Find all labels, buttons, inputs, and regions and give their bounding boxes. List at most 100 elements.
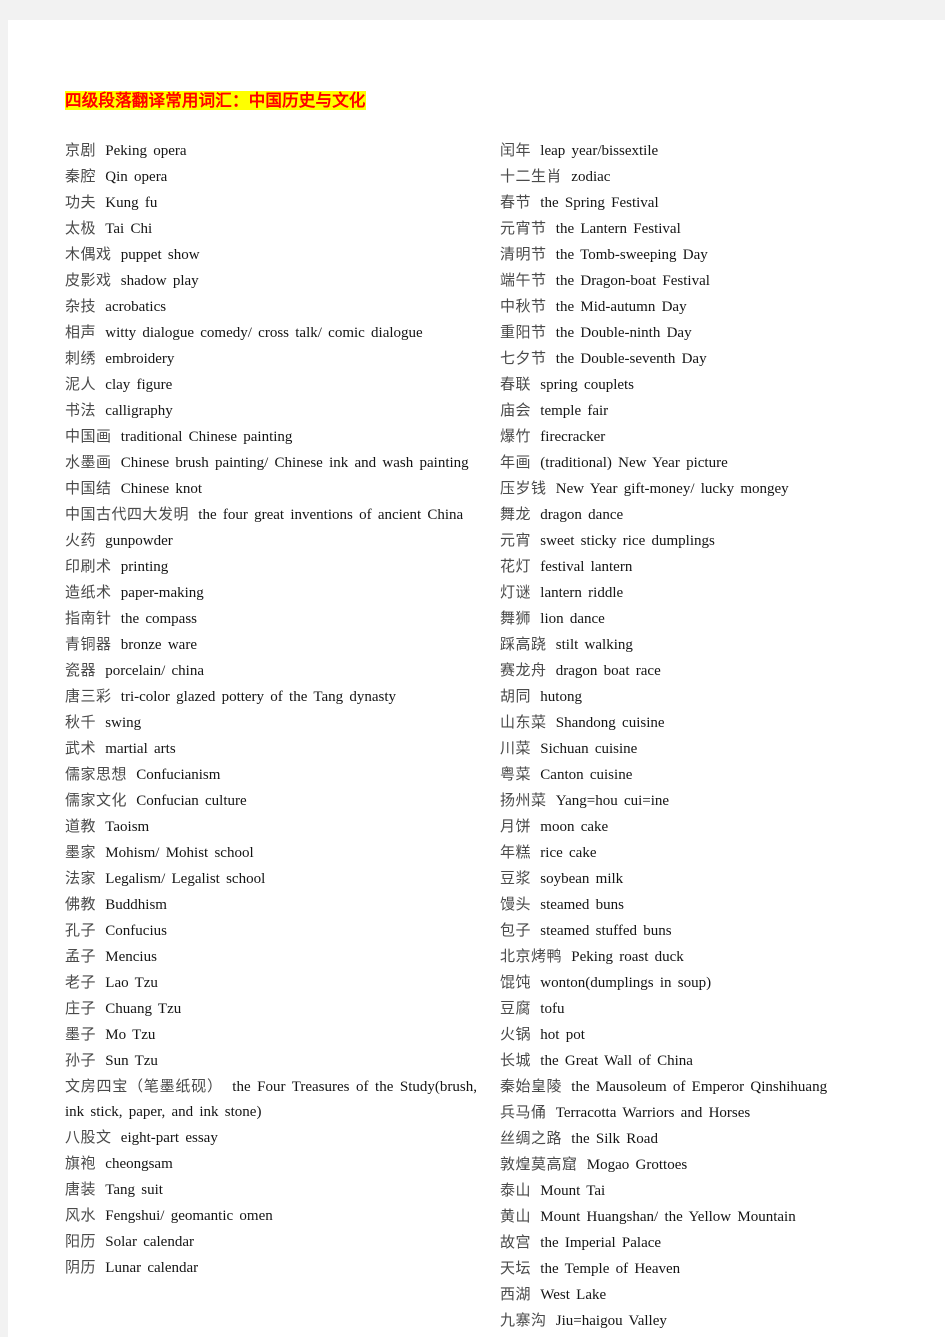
entry-term-chinese: 孔子 [65, 921, 97, 939]
vocabulary-entry: 西湖 West Lake [500, 1282, 920, 1308]
vocabulary-entry: 踩高跷 stilt walking [500, 632, 920, 658]
vocabulary-entry: 墨家 Mohism/ Mohist school [65, 840, 477, 866]
entry-term-english: leap year/bissextile [540, 143, 659, 159]
entry-term-english: Terracotta Warriors and Horses [555, 1105, 751, 1121]
entry-term-chinese: 中国结 [65, 479, 112, 497]
entry-term-chinese: 舞狮 [500, 609, 532, 627]
entry-term-english: the Great Wall of China [540, 1053, 693, 1069]
vocabulary-entry: 兵马俑 Terracotta Warriors and Horses [500, 1100, 920, 1126]
entry-term-english: Tang suit [105, 1182, 163, 1198]
entry-term-english: Solar calendar [105, 1234, 194, 1250]
vocabulary-entry: 清明节 the Tomb-sweeping Day [500, 242, 920, 268]
vocabulary-entry: 赛龙舟 dragon boat race [500, 658, 920, 684]
entry-term-chinese: 相声 [65, 323, 97, 341]
entry-term-english: the Double-ninth Day [555, 325, 692, 341]
entry-term-chinese: 孟子 [65, 947, 97, 965]
vocabulary-entry: 造纸术 paper-making [65, 580, 477, 606]
vocabulary-entry: 泥人 clay figure [65, 372, 477, 398]
entry-term-chinese: 粤菜 [500, 765, 532, 783]
vocabulary-entry: 七夕节 the Double-seventh Day [500, 346, 920, 372]
entry-term-english: Buddhism [105, 897, 167, 913]
entry-term-english: Sichuan cuisine [540, 741, 638, 757]
entry-term-chinese: 孙子 [65, 1051, 97, 1069]
vocabulary-entry: 太极 Tai Chi [65, 216, 477, 242]
vocabulary-entry: 黄山 Mount Huangshan/ the Yellow Mountain [500, 1204, 920, 1230]
entry-term-chinese: 火药 [65, 531, 97, 549]
entry-term-chinese: 闰年 [500, 141, 532, 159]
entry-term-chinese: 故宫 [500, 1233, 532, 1251]
entry-term-english: zodiac [571, 169, 611, 185]
entry-term-chinese: 儒家文化 [65, 791, 128, 809]
entry-term-chinese: 年画 [500, 453, 532, 471]
vocabulary-entry: 相声 witty dialogue comedy/ cross talk/ co… [65, 320, 477, 346]
entry-term-chinese: 木偶戏 [65, 245, 112, 263]
entry-term-chinese: 印刷术 [65, 557, 112, 575]
vocabulary-entry: 孙子 Sun Tzu [65, 1048, 477, 1074]
vocabulary-entry: 唐三彩 tri-color glazed pottery of the Tang… [65, 684, 477, 710]
vocabulary-entry: 中国结 Chinese knot [65, 476, 477, 502]
entry-term-chinese: 书法 [65, 401, 97, 419]
entry-term-english: witty dialogue comedy/ cross talk/ comic… [105, 325, 423, 341]
vocabulary-entry: 包子 steamed stuffed buns [500, 918, 920, 944]
entry-term-english: Chinese brush painting/ Chinese ink and … [120, 455, 469, 471]
vocabulary-entry: 文房四宝（笔墨纸砚） the Four Treasures of the Stu… [65, 1074, 477, 1125]
entry-term-chinese: 太极 [65, 219, 97, 237]
entry-term-chinese: 元宵 [500, 531, 532, 549]
entry-term-chinese: 阳历 [65, 1232, 97, 1250]
vocabulary-entry: 豆浆 soybean milk [500, 866, 920, 892]
vocabulary-entry: 水墨画 Chinese brush painting/ Chinese ink … [65, 450, 477, 476]
entry-term-chinese: 儒家思想 [65, 765, 128, 783]
vocabulary-entry: 川菜 Sichuan cuisine [500, 736, 920, 762]
entry-term-english: calligraphy [105, 403, 173, 419]
entry-term-english: Qin opera [105, 169, 168, 185]
entry-term-chinese: 造纸术 [65, 583, 112, 601]
entry-term-chinese: 北京烤鸭 [500, 947, 563, 965]
entry-term-english: acrobatics [105, 299, 167, 315]
vocabulary-entry: 舞龙 dragon dance [500, 502, 920, 528]
vocabulary-entry: 法家 Legalism/ Legalist school [65, 866, 477, 892]
entry-term-chinese: 扬州菜 [500, 791, 547, 809]
entry-term-chinese: 九寨沟 [500, 1311, 547, 1329]
vocabulary-entry: 阳历 Solar calendar [65, 1229, 477, 1255]
entry-term-english: hutong [540, 689, 582, 705]
entry-term-chinese: 踩高跷 [500, 635, 547, 653]
entry-term-english: the Mid-autumn Day [555, 299, 687, 315]
vocabulary-entry: 杂技 acrobatics [65, 294, 477, 320]
entry-term-english: puppet show [120, 247, 200, 263]
entry-term-english: hot pot [540, 1027, 585, 1043]
vocabulary-entry: 灯谜 lantern riddle [500, 580, 920, 606]
entry-term-english: wonton(dumplings in soup) [540, 975, 712, 991]
vocabulary-entry: 道教 Taoism [65, 814, 477, 840]
vocabulary-entry: 阴历 Lunar calendar [65, 1255, 477, 1281]
vocabulary-entry: 秦腔 Qin opera [65, 164, 477, 190]
entry-term-english: New Year gift-money/ lucky mongey [555, 481, 789, 497]
entry-term-english: eight-part essay [120, 1130, 218, 1146]
vocabulary-entry: 秦始皇陵 the Mausoleum of Emperor Qinshihuan… [500, 1074, 920, 1100]
entry-term-english: the Spring Festival [540, 195, 659, 211]
entry-term-english: the Mausoleum of Emperor Qinshihuang [571, 1079, 828, 1095]
vocabulary-entry: 元宵 sweet sticky rice dumplings [500, 528, 920, 554]
vocabulary-entry: 闰年 leap year/bissextile [500, 138, 920, 164]
vocabulary-entry: 青铜器 bronze ware [65, 632, 477, 658]
vocabulary-entry: 长城 the Great Wall of China [500, 1048, 920, 1074]
entry-term-english: Lao Tzu [105, 975, 158, 991]
page-title: 四级段落翻译常用词汇：中国历史与文化 [65, 91, 366, 110]
entry-term-chinese: 丝绸之路 [500, 1129, 563, 1147]
vocabulary-entry: 指南针 the compass [65, 606, 477, 632]
entry-term-english: clay figure [105, 377, 173, 393]
entry-term-english: the Temple of Heaven [540, 1261, 681, 1277]
entry-term-chinese: 秦始皇陵 [500, 1077, 563, 1095]
vocabulary-entry: 十二生肖 zodiac [500, 164, 920, 190]
entry-term-chinese: 泰山 [500, 1181, 532, 1199]
entry-term-english: Jiu=haigou Valley [555, 1313, 667, 1329]
entry-term-english: Chuang Tzu [105, 1001, 182, 1017]
vocabulary-entry: 风水 Fengshui/ geomantic omen [65, 1203, 477, 1229]
entry-term-english: bronze ware [120, 637, 197, 653]
entry-term-chinese: 功夫 [65, 193, 97, 211]
entry-term-chinese: 刺绣 [65, 349, 97, 367]
entry-term-chinese: 青铜器 [65, 635, 112, 653]
entry-term-english: lion dance [540, 611, 605, 627]
vocabulary-entry: 八股文 eight-part essay [65, 1125, 477, 1151]
vocabulary-column-left: 京剧 Peking opera 秦腔 Qin opera 功夫 Kung fu 太极 … [65, 138, 477, 1281]
vocabulary-entry: 粤菜 Canton cuisine [500, 762, 920, 788]
